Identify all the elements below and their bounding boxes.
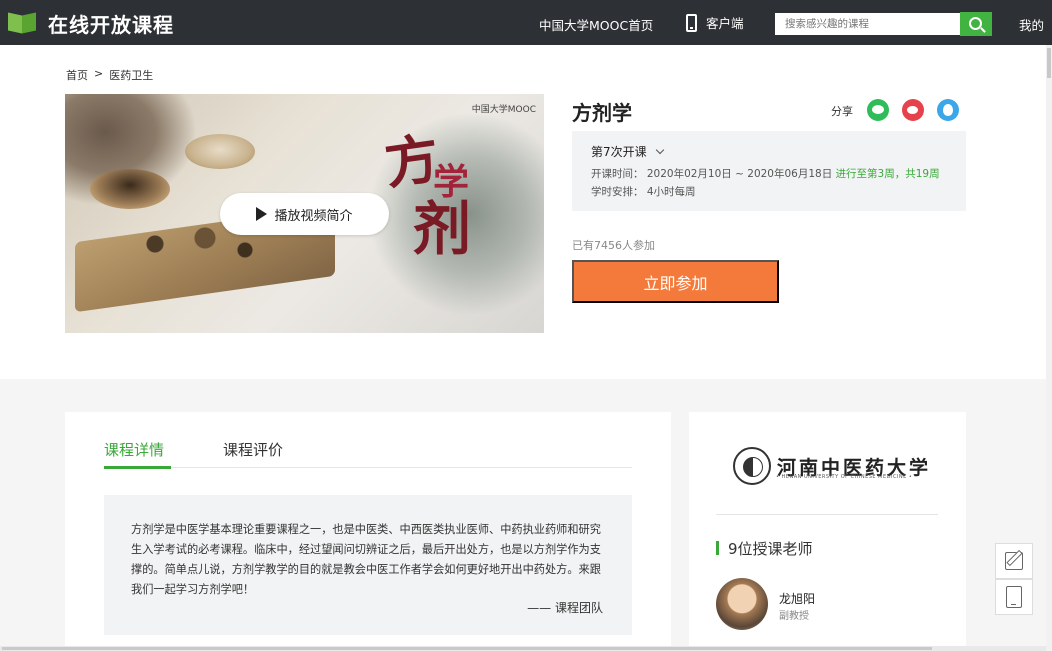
search-input[interactable] [775,13,960,35]
school-english-name: • HENAN UNIVERSITY OF CHINESE MEDICINE • [776,474,913,480]
teachers-heading-text: 9位授课老师 [728,539,813,558]
play-video-button[interactable]: 播放视频简介 [220,193,389,235]
course-intro-text: 方剂学是中医学基本理论重要课程之一，也是中医类、中西医类执业医师、中药执业药师和… [131,523,601,596]
chevron-down-icon [655,145,664,155]
play-video-label: 播放视频简介 [274,208,353,224]
video-bowl-image [90,169,170,209]
phone-icon [686,13,697,32]
tab-course-reviews[interactable]: 课程评价 [223,439,283,460]
qq-icon[interactable] [937,99,959,121]
teacher-name[interactable]: 龙旭阳 [779,590,815,607]
teacher-avatar[interactable] [716,578,768,630]
play-icon [256,207,268,221]
calligraphy-char: 剂 [413,195,472,263]
schedule-label: 开课时间： [591,168,644,180]
nav-my-link[interactable]: 我的 [1019,15,1044,34]
horizontal-scrollbar-thumb[interactable] [2,647,932,650]
wechat-icon[interactable] [867,99,889,121]
search-button[interactable] [960,12,992,36]
course-schedule: 开课时间： 2020年02月10日 ~ 2020年06月18日 进行至第3周，共… [591,166,940,181]
logo-icon [8,12,38,34]
term-label: 第7次开课 [591,145,647,159]
vertical-scrollbar[interactable] [1046,45,1052,651]
heading-accent-bar [716,541,719,555]
school-seal-icon [733,447,771,485]
hours-label: 学时安排： [591,186,644,198]
nav-app-link[interactable]: 客户端 [686,13,744,32]
term-selector[interactable]: 第7次开课 [591,143,664,160]
active-tab-indicator [104,466,171,469]
video-brand-watermark: 中国大学MOOC [471,105,536,115]
weibo-icon[interactable] [902,99,924,121]
scrollbar-thumb[interactable] [1047,48,1051,78]
tab-divider [104,467,632,468]
nav-app-label: 客户端 [706,16,744,31]
breadcrumb-home[interactable]: 首页 [66,67,88,83]
school-divider [716,514,938,515]
join-course-button[interactable]: 立即参加 [572,260,779,303]
course-progress: 进行至第3周，共19周 [835,168,940,180]
enrolled-count: 已有7456人参加 [572,239,655,252]
schedule-dates: 2020年02月10日 ~ 2020年06月18日 [646,168,833,180]
search-icon [968,16,982,30]
course-video-thumbnail[interactable]: 方 学 剂 中国大学MOOC 播放视频简介 [65,94,544,333]
course-intro-box: 方剂学是中医学基本理论重要课程之一，也是中医类、中西医类执业医师、中药执业药师和… [104,495,632,635]
share-label: 分享 [831,105,853,118]
term-info-panel: 第7次开课 开课时间： 2020年02月10日 ~ 2020年06月18日 进行… [572,131,966,211]
teachers-heading: 9位授课老师 [716,539,813,558]
breadcrumb: 首页 > 医药卫生 [66,67,153,83]
breadcrumb-category[interactable]: 医药卫生 [109,67,153,83]
edit-icon [1005,552,1023,570]
nav-mooc-home-link[interactable]: 中国大学MOOC首页 [539,15,653,34]
teacher-title: 副教授 [779,611,809,622]
intro-signature: —— 课程团队 [527,601,603,615]
logo-text: 在线开放课程 [48,12,174,37]
tablet-icon [1006,586,1022,608]
course-title: 方剂学 [572,101,632,125]
hours-value: 4小时每周 [646,186,696,198]
tab-course-details[interactable]: 课程详情 [104,439,164,460]
breadcrumb-separator: > [94,67,104,80]
site-logo[interactable]: 在线开放课程 [8,10,174,37]
mobile-app-button[interactable] [995,579,1033,615]
video-bowl-image [185,134,255,169]
course-hours: 学时安排： 4小时每周 [591,184,696,199]
feedback-button[interactable] [995,543,1033,579]
